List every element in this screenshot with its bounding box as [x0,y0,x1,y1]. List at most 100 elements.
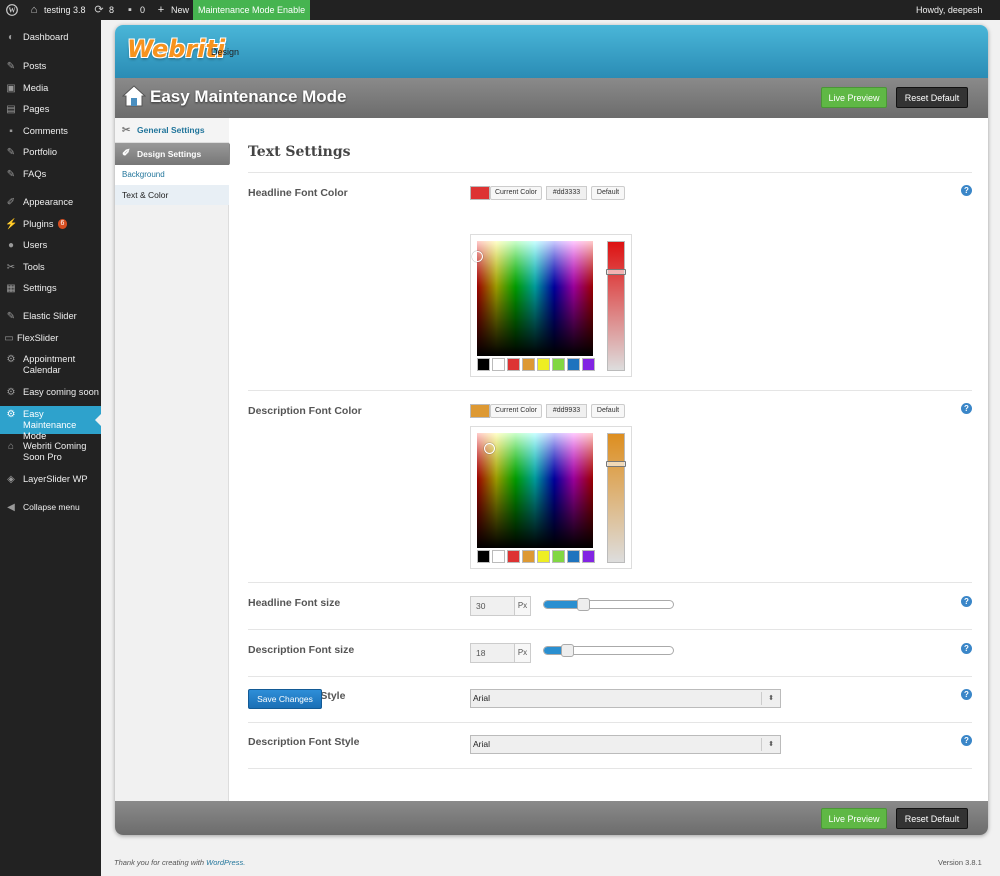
saturation-handle[interactable] [606,461,626,467]
saturation-slider[interactable] [606,241,626,371]
help-icon[interactable]: ? [961,596,972,607]
headline-font-select[interactable]: Arial ⬍ [470,689,781,708]
divider [248,390,972,391]
slider-handle[interactable] [576,598,590,611]
sidebar-item-layerslider[interactable]: ◈ LayerSlider WP [0,474,101,485]
palette-chip[interactable] [522,550,535,563]
headline-size-label: Headline Font size [248,597,341,609]
plugins-update-badge: 6 [57,219,68,229]
sidebar-item-easy-maintenance-mode[interactable]: ⚙ Easy Maintenance Mode [0,406,101,441]
palette-chip[interactable] [582,550,595,563]
sidebar-item-posts[interactable]: ✎ Posts [0,61,101,72]
help-icon[interactable]: ? [961,689,972,700]
wordpress-link[interactable]: WordPress. [206,858,245,867]
reset-default-button[interactable]: Reset Default [896,87,968,108]
slider-handle[interactable] [561,644,575,657]
description-font-select[interactable]: Arial ⬍ [470,735,781,754]
headline-color-label: Headline Font Color [248,187,348,199]
sidebar-item-comments[interactable]: ▪ Comments [0,126,101,137]
palette-chip[interactable] [582,358,595,371]
headline-current-color-button[interactable]: Current Color [490,186,542,200]
palette-chip[interactable] [522,358,535,371]
color-spectrum[interactable] [477,241,593,356]
palette-chip[interactable] [492,358,505,371]
palette-chip[interactable] [537,550,550,563]
updates-link[interactable]: ⟳ 8 [93,0,114,20]
headline-color-swatch[interactable] [470,186,490,200]
saturation-handle[interactable] [606,269,626,275]
help-icon[interactable]: ? [961,185,972,196]
help-icon[interactable]: ? [961,643,972,654]
palette-chip[interactable] [552,358,565,371]
description-current-color-button[interactable]: Current Color [490,404,542,418]
reset-default-button[interactable]: Reset Default [896,808,968,829]
sidebar-item-webriti-coming-soon-pro[interactable]: ⌂ Webriti Coming Soon Pro [0,441,101,463]
color-picker-cursor[interactable] [484,443,495,454]
palette-chip[interactable] [507,550,520,563]
maintenance-mode-indicator[interactable]: Maintenance Mode Enable [193,0,311,20]
sidebar-item-flexslider[interactable]: ▭ FlexSlider [0,333,101,344]
plugin-panel: Webriti Design Easy Maintenance Mode Liv… [115,25,988,835]
pin-icon: ✎ [6,61,16,72]
gear-icon: ⚙ [6,387,16,398]
palette-chip[interactable] [537,358,550,371]
sidebar-item-appearance[interactable]: ✐ Appearance [0,197,101,208]
sidebar-item-plugins[interactable]: ⚡ Plugins 6 [0,219,101,230]
sidebar-item-appointment-calendar[interactable]: ⚙ Appointment Calendar [0,354,101,376]
sidebar-item-portfolio[interactable]: ✎ Portfolio [0,147,101,158]
help-icon[interactable]: ? [961,735,972,746]
sidebar-item-users[interactable]: ● Users [0,240,101,251]
description-size-slider[interactable] [543,644,674,657]
tab-general-settings[interactable]: ✂ General Settings [115,118,229,143]
description-size-label: Description Font size [248,644,355,656]
new-content-link[interactable]: + New [155,0,189,20]
description-color-swatch[interactable] [470,404,490,418]
palette-chip[interactable] [552,550,565,563]
save-changes-button[interactable]: Save Changes [248,689,322,709]
sidebar-item-easy-coming-soon[interactable]: ⚙ Easy coming soon [0,387,101,398]
settings-subnav: ✂ General Settings ✐ Design Settings Backg… [115,118,237,801]
subtab-text-color[interactable]: Text & Color [115,185,229,205]
description-size-input[interactable]: 18 Px [470,643,531,663]
comments-link[interactable]: ▪ 0 [124,0,145,20]
headline-color-picker[interactable] [470,234,632,377]
comment-icon: ▪ [128,4,132,16]
subtab-background[interactable]: Background [115,165,229,185]
description-color-picker[interactable] [470,426,632,569]
sidebar-item-faqs[interactable]: ✎ FAQs [0,169,101,180]
description-default-button[interactable]: Default [591,404,625,418]
palette-chip[interactable] [477,550,490,563]
headline-size-slider[interactable] [543,598,674,611]
palette-chip[interactable] [492,550,505,563]
sidebar-item-elastic-slider[interactable]: ✎ Elastic Slider [0,311,101,322]
comment-icon: ▪ [9,126,13,137]
palette-chip[interactable] [507,358,520,371]
refresh-icon: ⟳ [94,4,104,16]
palette-chip[interactable] [477,358,490,371]
headline-hex-input[interactable]: #dd3333 [546,186,587,200]
sidebar-item-pages[interactable]: ▤ Pages [0,104,101,115]
sidebar-item-tools[interactable]: ✂ Tools [0,262,101,273]
tab-design-settings[interactable]: ✐ Design Settings [115,143,237,165]
slider-icon: ▭ [4,333,14,344]
live-preview-button[interactable]: Live Preview [821,87,887,108]
account-greeting[interactable]: Howdy, deepesh [916,0,982,20]
headline-size-input[interactable]: 30 Px [470,596,531,616]
palette-chip[interactable] [567,550,580,563]
headline-default-button[interactable]: Default [591,186,625,200]
description-hex-input[interactable]: #dd9933 [546,404,587,418]
sidebar-item-media[interactable]: ▣ Media [0,83,101,94]
pin-icon: ✎ [6,169,16,180]
sidebar-item-dashboard[interactable]: ◐ Dashboard [0,32,101,43]
palette-chip[interactable] [567,358,580,371]
color-picker-cursor[interactable] [472,251,483,262]
collapse-menu-button[interactable]: ◀ Collapse menu [0,502,101,513]
wordpress-logo-icon[interactable]: W [6,0,18,20]
logo-subtitle: Design [211,47,240,57]
site-name-link[interactable]: ⌂ testing 3.8 [28,0,86,20]
sidebar-item-settings[interactable]: ▦ Settings [0,283,101,294]
divider [248,629,972,630]
saturation-slider[interactable] [606,433,626,563]
help-icon[interactable]: ? [961,403,972,414]
live-preview-button[interactable]: Live Preview [821,808,887,829]
